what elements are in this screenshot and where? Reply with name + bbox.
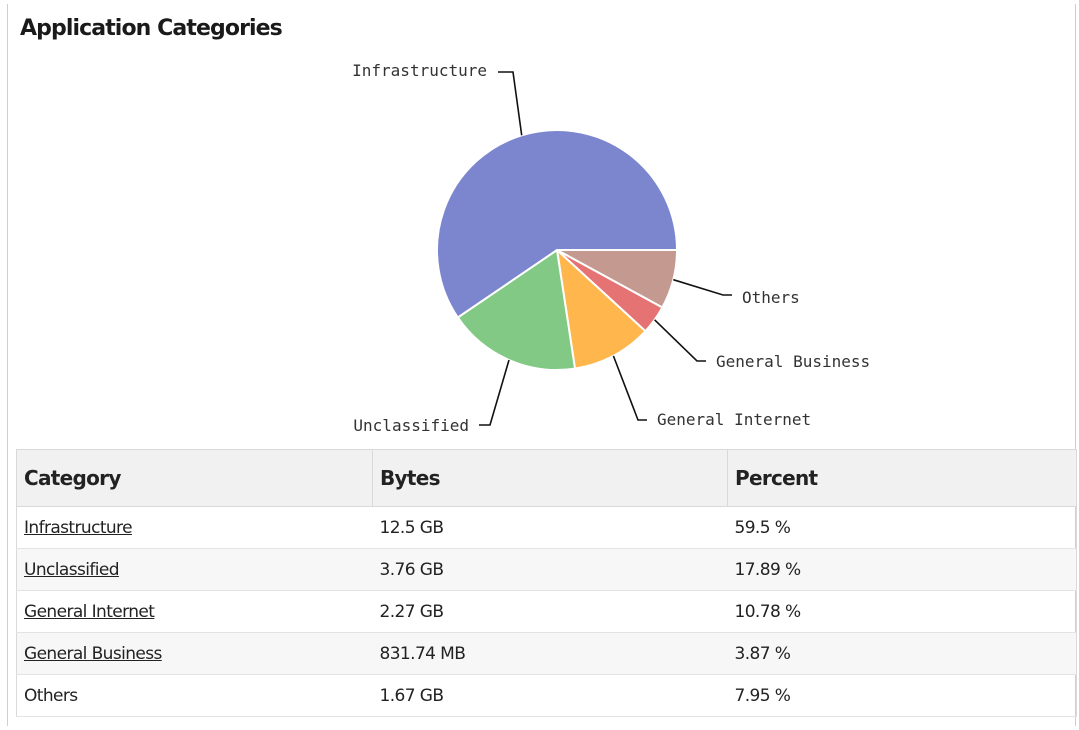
percent-cell: 17.89 %: [727, 548, 1077, 591]
category-link-unclassified[interactable]: Unclassified: [24, 560, 120, 580]
table-row: Infrastructure 12.5 GB 59.5 %: [16, 506, 1077, 549]
category-cell: General Internet: [16, 590, 373, 633]
table-header-row: Category Bytes Percent: [16, 449, 1077, 507]
callout-label-infrastructure: Infrastructure: [352, 61, 487, 80]
bytes-cell: 831.74 MB: [372, 632, 728, 675]
bytes-cell: 3.76 GB: [372, 548, 728, 591]
categories-table: Category Bytes Percent Infrastructure 12…: [16, 449, 1077, 717]
callout-line-infrastructure: [498, 71, 523, 136]
column-header-bytes[interactable]: Bytes: [372, 449, 728, 507]
percent-cell: 10.78 %: [727, 590, 1077, 633]
callout-line-general-business: [654, 319, 706, 362]
bytes-cell: 1.67 GB: [372, 674, 728, 717]
category-cell: General Business: [16, 632, 373, 675]
callout-line-unclassified: [479, 359, 510, 426]
table-row: Unclassified 3.76 GB 17.89 %: [16, 548, 1077, 591]
pie-chart: Others General Business General Internet Un…: [352, 61, 870, 435]
category-link-general-internet[interactable]: General Internet: [24, 602, 155, 622]
table-row: General Internet 2.27 GB 10.78 %: [16, 590, 1077, 633]
callout-label-unclassified: Unclassified: [353, 416, 469, 435]
bytes-cell: 2.27 GB: [372, 590, 728, 633]
category-link-infrastructure[interactable]: Infrastructure: [24, 518, 133, 538]
table-row: Others 1.67 GB 7.95 %: [16, 674, 1077, 717]
callout-label-others: Others: [742, 288, 800, 307]
column-header-percent[interactable]: Percent: [727, 449, 1077, 507]
bytes-cell: 12.5 GB: [372, 506, 728, 549]
category-link-general-business[interactable]: General Business: [24, 644, 162, 664]
category-cell: Unclassified: [16, 548, 373, 591]
callout-line-others: [673, 278, 732, 296]
callout-line-general-internet: [612, 355, 647, 421]
category-cell: Others: [16, 674, 373, 717]
category-cell: Infrastructure: [16, 506, 373, 549]
column-header-category[interactable]: Category: [16, 449, 373, 507]
callout-label-general-business: General Business: [716, 352, 870, 371]
percent-cell: 7.95 %: [727, 674, 1077, 717]
percent-cell: 3.87 %: [727, 632, 1077, 675]
table-row: General Business 831.74 MB 3.87 %: [16, 632, 1077, 675]
percent-cell: 59.5 %: [727, 506, 1077, 549]
callout-label-general-internet: General Internet: [657, 410, 811, 429]
